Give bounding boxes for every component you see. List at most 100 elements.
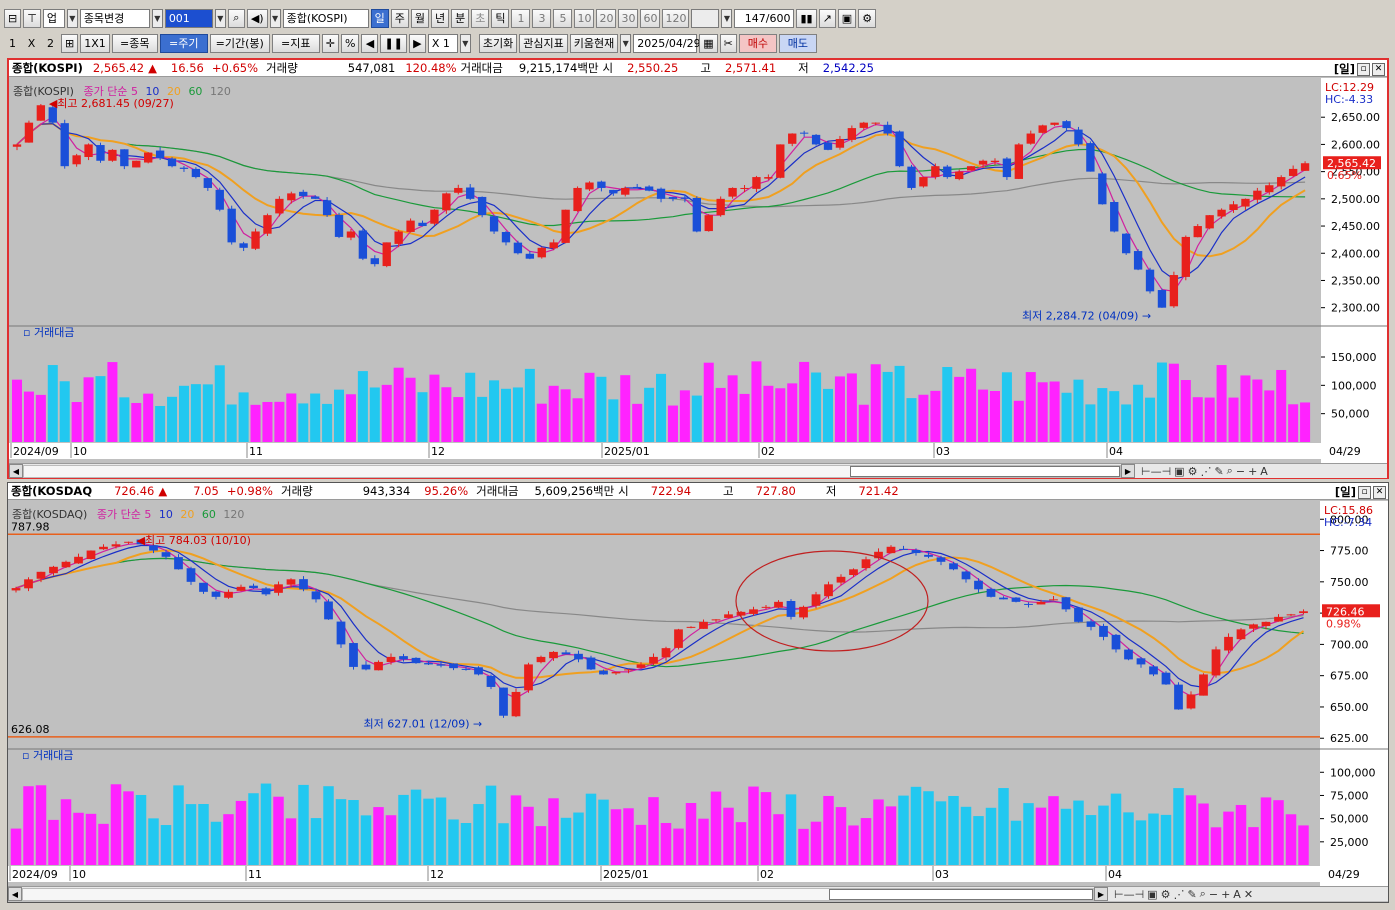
trend-icon[interactable]: ↗: [818, 8, 836, 28]
scroll-right-icon[interactable]: ▶: [1121, 464, 1135, 478]
interval-5-button[interactable]: 5: [553, 8, 573, 28]
period-tick-button[interactable]: 틱: [491, 8, 510, 28]
chevron-down-icon[interactable]: ▼: [151, 8, 163, 28]
restore-icon[interactable]: ▫: [1358, 485, 1371, 499]
volume-bar: [1288, 404, 1299, 442]
gear-icon[interactable]: ⚙: [1161, 888, 1171, 901]
chevron-down-icon[interactable]: ▼: [214, 8, 226, 28]
interval-60-button[interactable]: 60: [640, 8, 661, 28]
percent-button[interactable]: %: [340, 33, 360, 53]
scroll-left-icon[interactable]: ◀: [8, 887, 22, 901]
kospi-change: 16.56: [170, 61, 204, 75]
scroll-thumb[interactable]: [829, 888, 1093, 900]
layout-x-button[interactable]: X: [23, 34, 40, 53]
layout-1x1-button[interactable]: 1X1: [80, 33, 110, 53]
restore-icon[interactable]: ▫: [1357, 62, 1370, 76]
layout-1-button[interactable]: 1: [4, 34, 21, 53]
pin-icon[interactable]: ⊤: [23, 8, 41, 28]
period-year-button[interactable]: 년: [430, 8, 450, 28]
plus-icon[interactable]: +: [1221, 888, 1230, 901]
interval-3-button[interactable]: 3: [532, 8, 552, 28]
gear-icon[interactable]: ⚙: [1188, 465, 1198, 478]
interval-1-button[interactable]: 1: [511, 8, 531, 28]
chevron-down-icon[interactable]: ▼: [66, 8, 78, 28]
search-icon[interactable]: ⌕: [1200, 887, 1206, 901]
minus-icon[interactable]: −: [1209, 888, 1218, 901]
kosdaq-change: 7.05: [193, 484, 219, 498]
calendar-icon[interactable]: ▦: [699, 33, 718, 53]
scroll-left-icon[interactable]: ◀: [9, 464, 23, 478]
grid-icon[interactable]: ⊞: [61, 33, 79, 53]
text-tool-icon[interactable]: A: [1233, 888, 1241, 901]
close-icon[interactable]: ✕: [1372, 62, 1385, 76]
prev-icon[interactable]: ◀: [361, 33, 379, 53]
interval-custom-input[interactable]: [691, 8, 720, 28]
zoom-select[interactable]: X 1: [427, 33, 458, 53]
sync-range-button[interactable]: =기간(봉): [209, 33, 270, 53]
kospi-scrollbar[interactable]: ◀ ▶ ⊢—⊣ ▣ ⚙ ⋰ ✎ ⌕ − + A: [9, 463, 1387, 478]
interval-20-button[interactable]: 20: [596, 8, 617, 28]
window-icon[interactable]: ▣: [1174, 465, 1184, 478]
kosdaq-scrollbar[interactable]: ◀ ▶ ⊢—⊣ ▣ ⚙ ⋰ ✎ ⌕ − + A ✕: [8, 886, 1388, 901]
kiwoom-current-button[interactable]: 키움현재: [569, 33, 619, 53]
chevron-down-icon[interactable]: ▼: [269, 8, 281, 28]
scroll-right-icon[interactable]: ▶: [1094, 887, 1108, 901]
gear-icon[interactable]: ⚙: [858, 8, 877, 28]
range-slider-icon[interactable]: ⊢—⊣: [1141, 465, 1171, 478]
period-week-button[interactable]: 주: [390, 8, 409, 28]
code-input[interactable]: 001: [164, 8, 213, 28]
kospi-price-chart[interactable]: 2,650.002,600.002,550.002,500.002,450.00…: [9, 78, 1387, 463]
interval-10-button[interactable]: 10: [574, 8, 595, 28]
chevron-down-icon[interactable]: ▼: [620, 33, 632, 53]
scroll-thumb[interactable]: [850, 465, 1120, 477]
volume-bar: [667, 405, 678, 442]
scroll-track[interactable]: [22, 887, 1094, 901]
scissors-icon[interactable]: ✂: [719, 33, 737, 53]
chevron-down-icon[interactable]: ▼: [721, 8, 733, 28]
crosshair-icon[interactable]: ✛: [321, 33, 339, 53]
date-input[interactable]: 2025/04/29: [633, 33, 701, 53]
pen-icon[interactable]: ✎: [1214, 465, 1223, 478]
search-icon[interactable]: ⌕: [227, 8, 245, 28]
window-icon[interactable]: ▣: [1147, 888, 1157, 901]
draw-tool-icon[interactable]: ⋰: [1173, 888, 1184, 901]
close-icon[interactable]: ✕: [1244, 888, 1253, 901]
period-day-button[interactable]: 일: [370, 8, 389, 28]
pause-icon[interactable]: ❚❚: [380, 33, 407, 53]
text-tool-icon[interactable]: A: [1260, 465, 1268, 478]
candle-icon[interactable]: ▮▮: [796, 8, 817, 28]
pen-icon[interactable]: ✎: [1187, 888, 1196, 901]
period-minute-button[interactable]: 분: [451, 8, 470, 28]
kosdaq-price-chart[interactable]: 800.00775.00750.00725.00700.00675.00650.…: [8, 501, 1388, 886]
close-icon[interactable]: ✕: [1373, 485, 1386, 499]
period-second-button[interactable]: 초: [471, 8, 490, 28]
symbol-change-select[interactable]: 종목변경: [79, 8, 150, 28]
search-icon[interactable]: ⌕: [1227, 464, 1233, 478]
sell-button[interactable]: 매도: [778, 33, 817, 53]
range-slider-icon[interactable]: ⊢—⊣: [1114, 888, 1144, 901]
watch-indicator-button[interactable]: 관심지표: [519, 33, 568, 53]
scroll-track[interactable]: [23, 464, 1121, 478]
buy-button[interactable]: 매수: [738, 33, 777, 53]
speaker-icon[interactable]: ◀): [246, 8, 268, 28]
minus-icon[interactable]: −: [1236, 465, 1245, 478]
reset-button[interactable]: 초기화: [478, 33, 518, 53]
plus-icon[interactable]: +: [1248, 465, 1257, 478]
interval-120-button[interactable]: 120: [662, 8, 690, 28]
interval-30-button[interactable]: 30: [618, 8, 639, 28]
volume-bar: [823, 795, 834, 865]
layout-2-button[interactable]: 2: [42, 34, 59, 53]
sync-period-button[interactable]: =주기: [159, 33, 208, 53]
bar-count-field[interactable]: 147/600: [734, 8, 795, 28]
candle-body: [430, 209, 439, 224]
sync-symbol-button[interactable]: =종목: [111, 33, 158, 53]
period-month-button[interactable]: 월: [410, 8, 429, 28]
chevron-down-icon[interactable]: ▼: [459, 33, 471, 53]
symbol-name-field[interactable]: 종합(KOSPI): [282, 8, 369, 28]
draw-tool-icon[interactable]: ⋰: [1200, 465, 1211, 478]
sync-indicator-button[interactable]: =지표: [271, 33, 320, 53]
save-icon[interactable]: ▣: [837, 8, 857, 28]
market-select[interactable]: 업: [42, 8, 65, 28]
layout-icon[interactable]: ⊟: [4, 8, 22, 28]
next-icon[interactable]: ▶: [408, 33, 426, 53]
